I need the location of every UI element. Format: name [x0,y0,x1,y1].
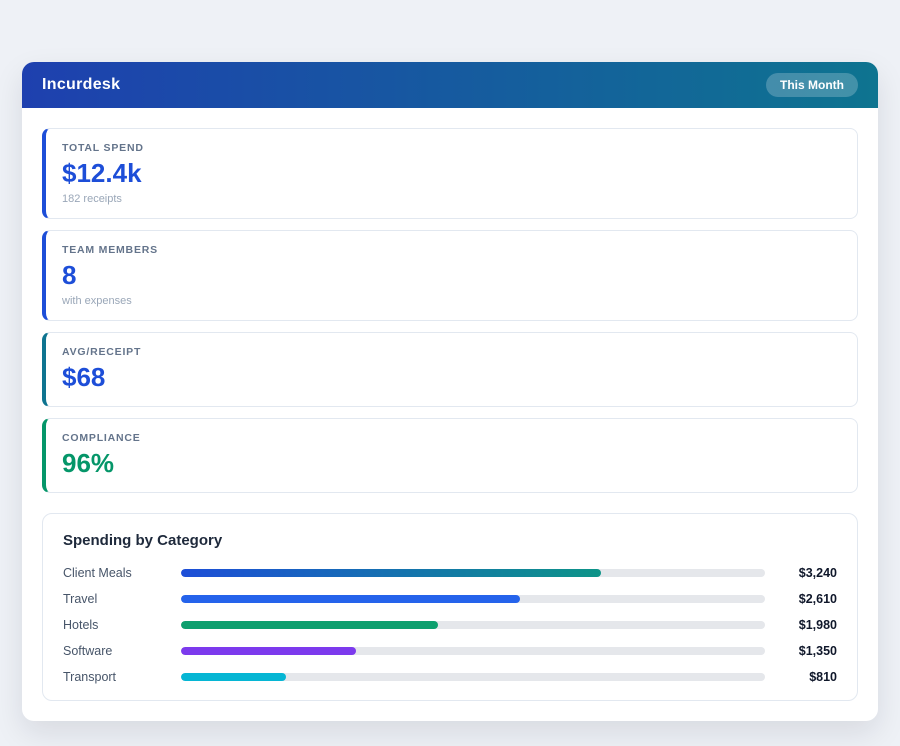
bar-track [181,594,765,603]
chart-title: Spending by Category [63,532,223,549]
stat-label: AVG/RECEIPT [62,346,142,358]
bar-fill [181,568,602,577]
category-value: $1,980 [798,617,837,632]
chart-row: Client Meals $3,240 [63,565,837,580]
bar-fill [181,594,520,603]
app-title: Incurdesk [42,76,121,93]
stat-value: $68 [62,362,106,392]
chart-row: Travel $2,610 [63,591,837,606]
stat-card-avg-receipt: AVG/RECEIPT $68 [42,332,858,407]
category-value: $2,610 [798,591,837,606]
stat-value: 8 [62,260,77,290]
stat-label: COMPLIANCE [62,432,141,444]
category-value: $1,350 [798,643,837,658]
category-label: Travel [63,591,98,606]
category-label: Hotels [63,617,99,632]
stat-card-total-spend: TOTAL SPEND $12.4k 182 receipts [42,128,858,219]
bar-track [181,672,765,681]
stat-value: $12.4k [62,158,142,188]
bar-fill [181,620,438,629]
category-label: Software [63,643,113,658]
stat-sublabel: 182 receipts [62,193,122,205]
stat-label: TEAM MEMBERS [62,244,158,256]
stats-section: TOTAL SPEND $12.4k 182 receipts TEAM MEM… [42,128,858,493]
category-label: Transport [63,669,117,684]
period-badge[interactable]: This Month [766,73,858,97]
category-value: $3,240 [798,565,837,580]
stat-card-team-members: TEAM MEMBERS 8 with expenses [42,230,858,321]
spending-by-category-card: Spending by Category Client Meals $3,240… [42,513,858,701]
stat-card-compliance: COMPLIANCE 96% [42,418,858,493]
bar-track [181,620,765,629]
expense-dashboard-panel: Incurdesk This Month TOTAL SPEND $12.4k … [22,62,878,721]
app-header: Incurdesk This Month [22,62,878,108]
category-value: $810 [809,669,837,684]
stat-value: 96% [62,448,115,478]
stat-label: TOTAL SPEND [62,142,144,154]
chart-row: Software $1,350 [63,643,837,658]
bar-track [181,646,765,655]
stat-sublabel: with expenses [62,295,132,307]
chart-row: Hotels $1,980 [63,617,837,632]
bar-track [181,568,765,577]
chart-row: Transport $810 [63,669,837,684]
category-label: Client Meals [63,565,132,580]
bar-fill [181,646,357,655]
bar-fill [181,672,287,681]
dashboard-body: TOTAL SPEND $12.4k 182 receipts TEAM MEM… [22,108,878,721]
